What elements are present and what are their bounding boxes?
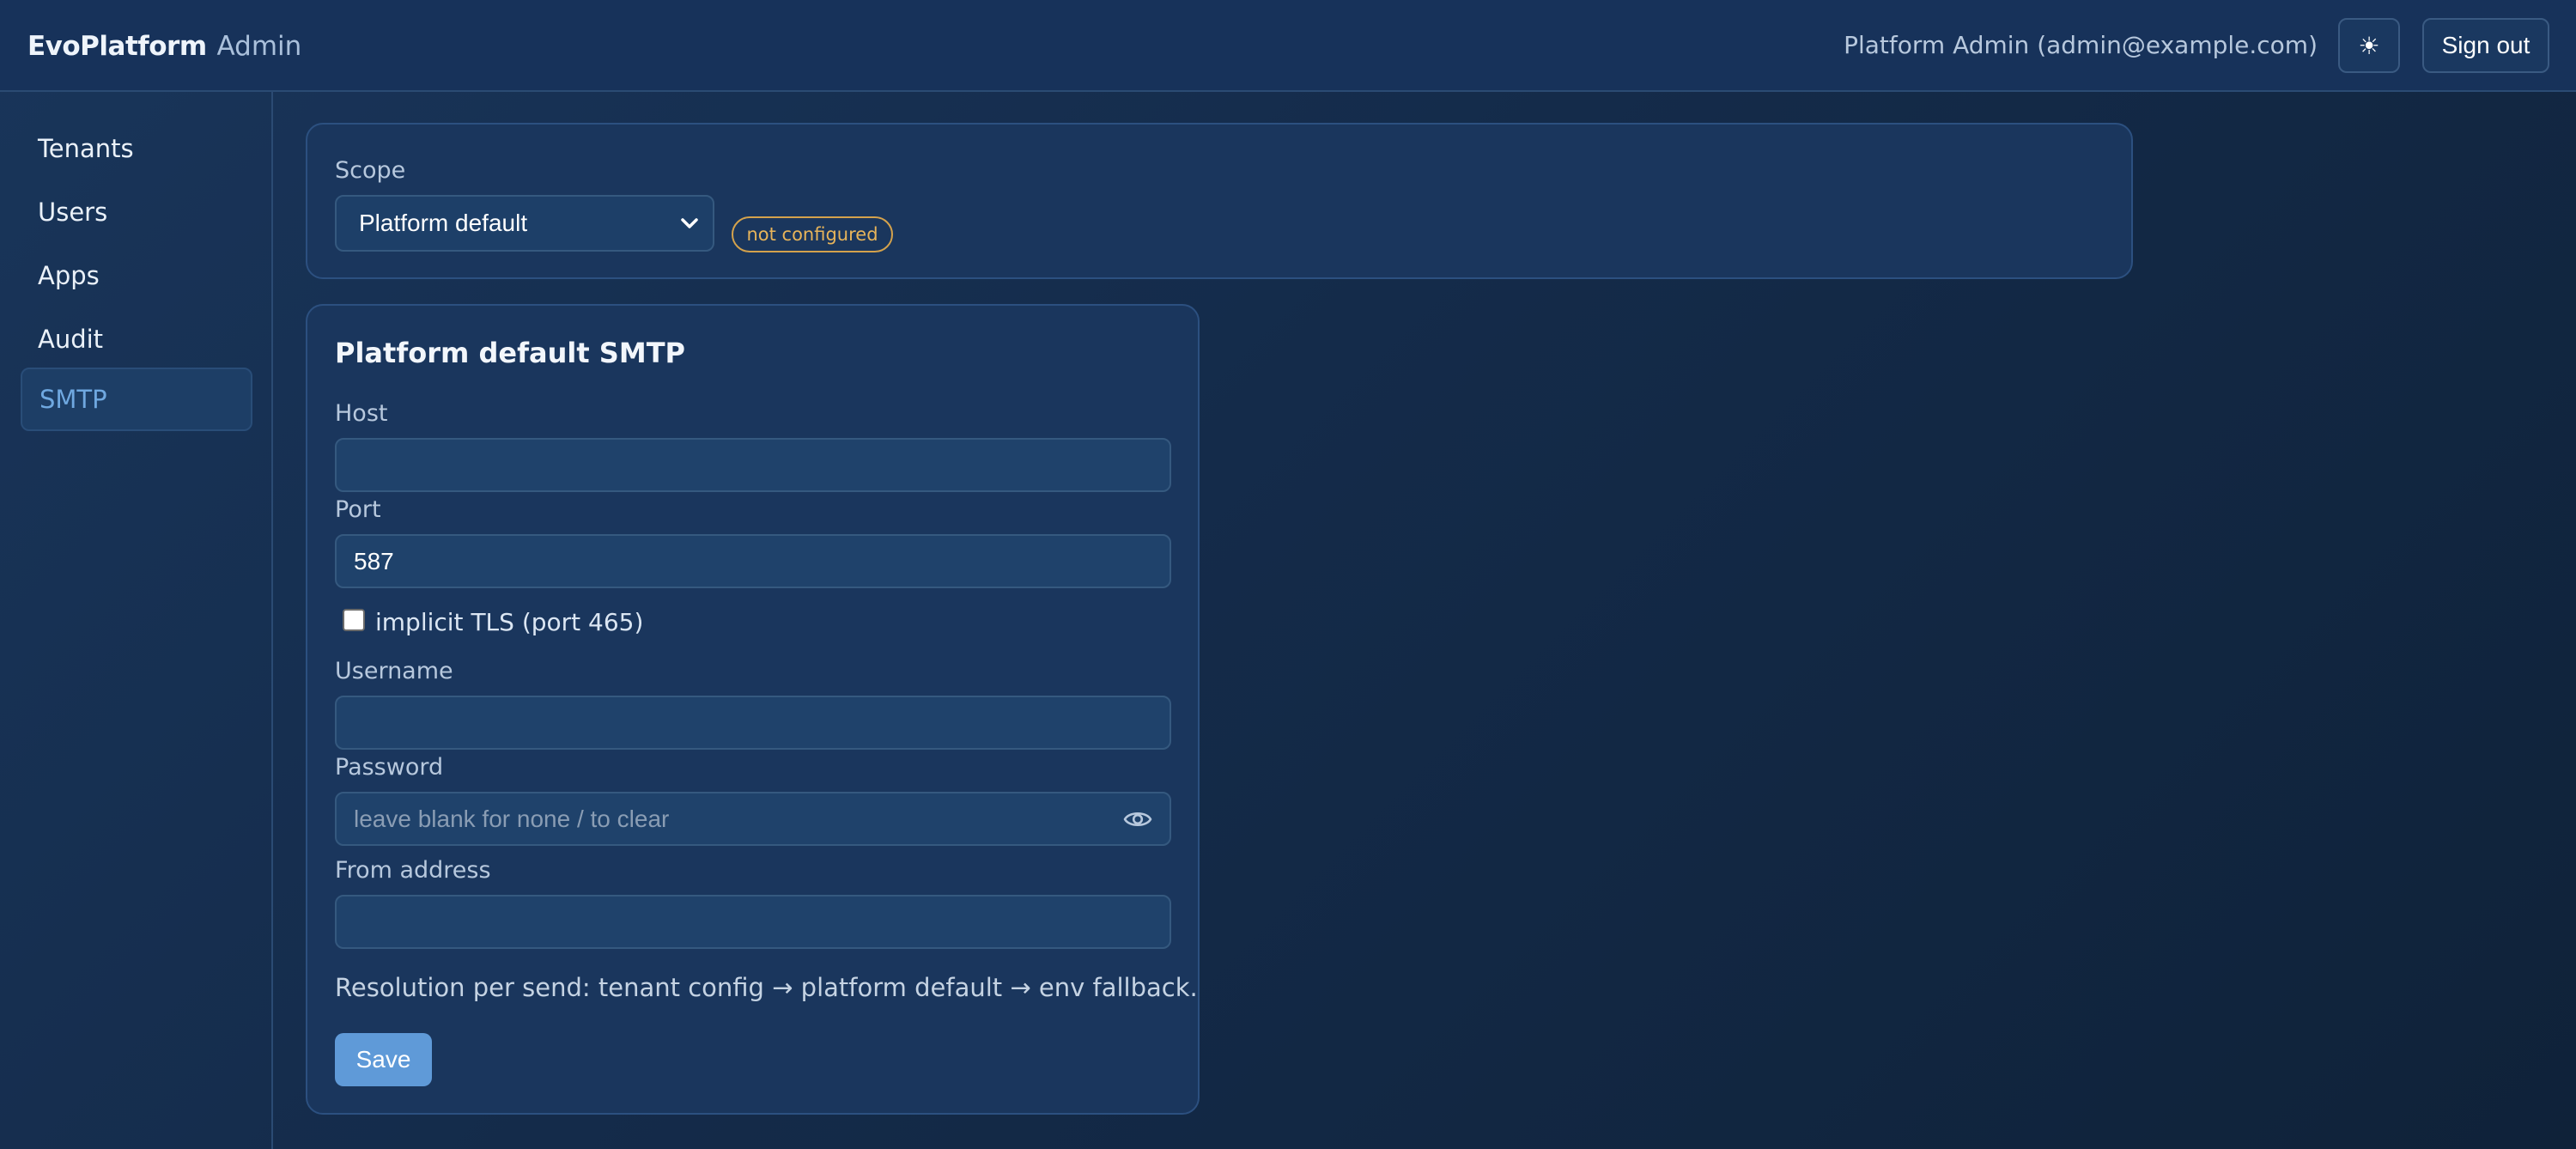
username-label: Username bbox=[335, 658, 453, 684]
from-address-input[interactable] bbox=[335, 895, 1171, 949]
sun-icon: ☀ bbox=[2358, 31, 2380, 60]
from-address-label: From address bbox=[335, 857, 491, 884]
scope-select-value: Platform default bbox=[359, 210, 528, 236]
host-label: Host bbox=[335, 400, 388, 427]
port-label: Port bbox=[335, 496, 381, 523]
sidebar-item-tenants[interactable]: Tenants bbox=[21, 117, 252, 180]
implicit-tls-checkbox[interactable] bbox=[343, 609, 365, 631]
sidebar: Tenants Users Apps Audit SMTP bbox=[0, 92, 273, 1149]
chevron-down-icon bbox=[681, 218, 698, 228]
smtp-settings-card: Platform default SMTP Host Port 587 impl… bbox=[306, 304, 1200, 1115]
top-bar: EvoPlatform Admin Platform Admin (admin@… bbox=[0, 0, 2576, 92]
eye-icon[interactable] bbox=[1123, 807, 1152, 831]
current-user-label: Platform Admin (admin@example.com) bbox=[1844, 31, 2318, 59]
brand-logo[interactable]: EvoPlatform Admin bbox=[27, 27, 301, 65]
password-placeholder: leave blank for none / to clear bbox=[354, 805, 670, 832]
scope-card: Scope Platform default not configured bbox=[306, 123, 2133, 279]
status-badge: not configured bbox=[732, 216, 893, 252]
password-label: Password bbox=[335, 754, 444, 781]
username-input[interactable] bbox=[335, 696, 1171, 750]
implicit-tls-label[interactable]: implicit TLS (port 465) bbox=[375, 608, 643, 636]
sidebar-item-smtp[interactable]: SMTP bbox=[21, 368, 252, 431]
resolution-note: Resolution per send: tenant config → pla… bbox=[335, 973, 1198, 1002]
save-button[interactable]: Save bbox=[335, 1033, 432, 1086]
card-title: Platform default SMTP bbox=[335, 337, 685, 369]
password-input[interactable]: leave blank for none / to clear bbox=[335, 792, 1171, 846]
sign-out-button[interactable]: Sign out bbox=[2422, 18, 2549, 73]
port-input[interactable]: 587 bbox=[335, 534, 1171, 588]
scope-select[interactable]: Platform default bbox=[335, 195, 714, 252]
sidebar-item-audit[interactable]: Audit bbox=[21, 307, 252, 371]
host-input[interactable] bbox=[335, 438, 1171, 492]
brand-name: EvoPlatform bbox=[27, 31, 207, 62]
scope-label: Scope bbox=[335, 157, 406, 184]
sidebar-item-apps[interactable]: Apps bbox=[21, 244, 252, 307]
brand-subtitle: Admin bbox=[216, 31, 302, 62]
sidebar-item-users[interactable]: Users bbox=[21, 180, 252, 244]
theme-toggle-button[interactable]: ☀ bbox=[2338, 18, 2400, 73]
